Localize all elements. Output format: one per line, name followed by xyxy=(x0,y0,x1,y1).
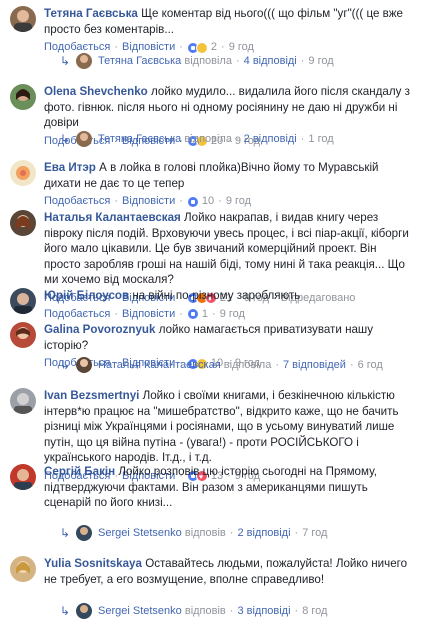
reply-button[interactable]: Відповісти xyxy=(122,307,175,322)
avatar[interactable] xyxy=(10,210,36,236)
comment-author[interactable]: Юрій Білоусов xyxy=(44,289,129,302)
reaction-count[interactable]: 1 xyxy=(202,307,208,322)
comment-author[interactable]: Сергій Бакін xyxy=(44,465,115,478)
avatar[interactable] xyxy=(10,6,36,32)
reply-time: 6 год xyxy=(357,359,383,371)
reactions[interactable] xyxy=(186,308,199,320)
reply-time: 1 год xyxy=(308,133,334,145)
reply-author[interactable]: Sergei Stetsenko xyxy=(98,527,182,539)
avatar xyxy=(76,603,92,619)
reply-author[interactable]: Sergei Stetsenko xyxy=(98,605,182,617)
replies-summary[interactable]: ↳ Sergei Stetsenko відповів · 3 відповіді… xyxy=(60,602,327,620)
reply-count[interactable]: 3 відповіді xyxy=(237,605,290,617)
replies-summary[interactable]: ↳ Sergei Stetsenko відповів · 2 відповіді… xyxy=(60,524,327,542)
reply-count[interactable]: 7 відповідей xyxy=(283,359,346,371)
avatar xyxy=(76,357,92,373)
replies-summary[interactable]: ↳ Тетяна Гаєвська відповіла · 4 відповіді… xyxy=(60,52,334,70)
reactions[interactable] xyxy=(186,195,199,208)
reply-arrow-icon: ↳ xyxy=(60,358,71,372)
comment-time[interactable]: 9 год xyxy=(220,307,245,322)
reply-count[interactable]: 2 відповіді xyxy=(244,133,297,145)
comment-author[interactable]: Наталья Калантаевская xyxy=(44,211,181,224)
avatar[interactable] xyxy=(10,160,36,186)
like-button[interactable]: Подобається xyxy=(44,307,110,322)
reply-arrow-icon: ↳ xyxy=(60,54,71,68)
replies-summary[interactable]: ↳ Наталья Калантаевская відповіла · 7 від… xyxy=(60,356,383,374)
reply-count[interactable]: 2 відповіді xyxy=(237,527,290,539)
reply-arrow-icon: ↳ xyxy=(60,526,71,540)
comment-author[interactable]: Ivan Bezsmertnyi xyxy=(44,389,139,402)
replies-summary[interactable]: ↳ Тетяна Гаєвська відповіла · 2 відповіді… xyxy=(60,130,334,148)
avatar[interactable] xyxy=(10,464,36,490)
comment-author[interactable]: Olena Shevchenko xyxy=(44,85,148,98)
reply-author[interactable]: Тетяна Гаєвська xyxy=(98,133,181,145)
comment-thread: Тетяна Гаєвська Ще коментар від нього(((… xyxy=(0,0,423,630)
comment-author[interactable]: Ева Итэр xyxy=(44,161,96,174)
avatar xyxy=(76,525,92,541)
avatar[interactable] xyxy=(10,288,36,314)
avatar[interactable] xyxy=(10,388,36,414)
reply-time: 7 год xyxy=(302,527,328,539)
avatar xyxy=(76,131,92,147)
avatar[interactable] xyxy=(10,556,36,582)
reply-arrow-icon: ↳ xyxy=(60,604,71,618)
avatar xyxy=(76,53,92,69)
reply-author[interactable]: Наталья Калантаевская xyxy=(98,359,221,371)
reply-time: 8 год xyxy=(302,605,328,617)
comment-author[interactable]: Тетяна Гаєвська xyxy=(44,7,138,20)
reply-count[interactable]: 4 відповіді xyxy=(244,55,297,67)
like-reaction-icon xyxy=(186,308,199,320)
comment-text: на війні по-різному заробляють xyxy=(132,289,301,302)
comment-author[interactable]: Yulia Sosnitskaya xyxy=(44,557,142,570)
like-reaction-icon xyxy=(186,195,199,208)
avatar[interactable] xyxy=(10,322,36,348)
reply-time: 9 год xyxy=(308,55,334,67)
comment-time[interactable]: 9 год xyxy=(226,194,251,209)
reply-arrow-icon: ↳ xyxy=(60,132,71,146)
reaction-count[interactable]: 10 xyxy=(202,194,214,209)
like-button[interactable]: Подобається xyxy=(44,194,110,209)
comment-author[interactable]: Galina Povoroznyuk xyxy=(44,323,155,336)
reply-author[interactable]: Тетяна Гаєвська xyxy=(98,55,181,67)
avatar[interactable] xyxy=(10,84,36,110)
reply-button[interactable]: Відповісти xyxy=(122,194,175,209)
